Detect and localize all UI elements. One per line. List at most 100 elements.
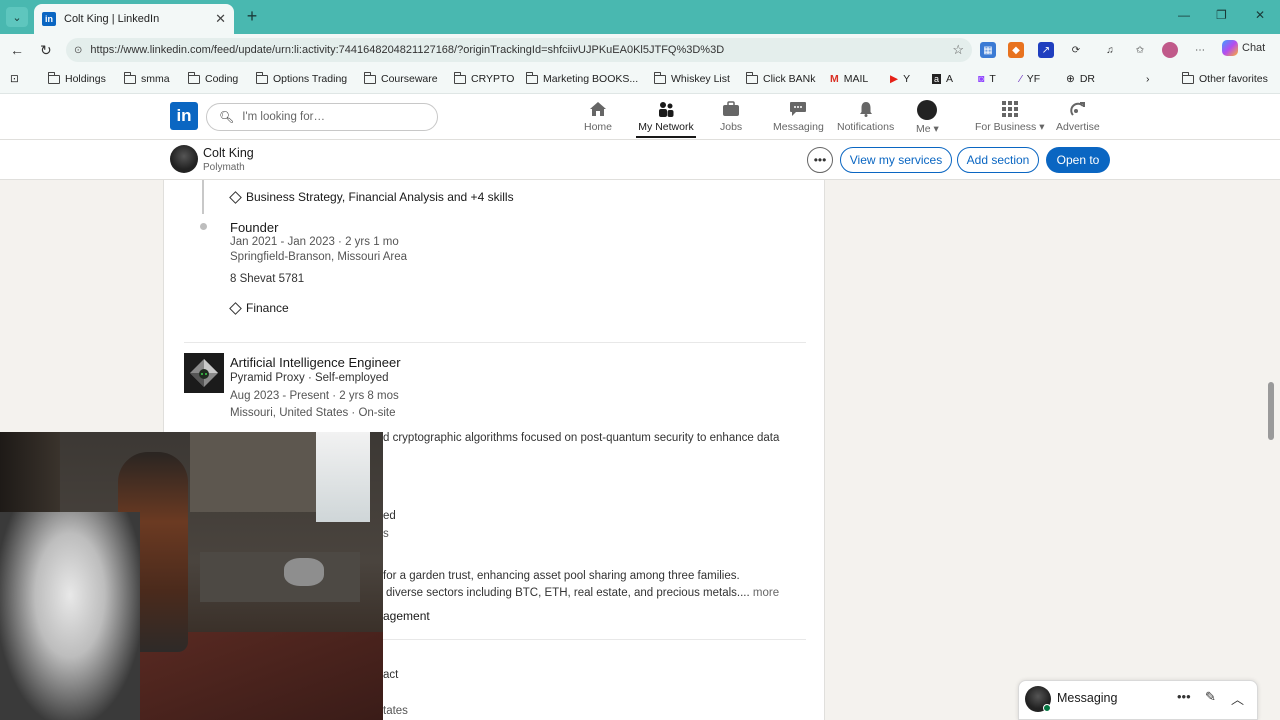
bookmark-folder[interactable]: Whiskey List — [653, 71, 730, 85]
folder-icon — [255, 71, 268, 84]
folder-icon — [745, 71, 758, 84]
search-placeholder: I'm looking for… — [242, 111, 325, 123]
grid-icon — [1000, 100, 1020, 118]
media-extension-icon[interactable]: ♫ — [1102, 42, 1118, 58]
bookmark-folder[interactable]: Marketing BOOKS... — [525, 71, 638, 85]
copilot-icon — [1222, 40, 1238, 56]
nav-messaging[interactable]: Messaging — [773, 100, 824, 138]
bookmark-dr[interactable]: ⊕ DR — [1066, 73, 1095, 85]
open-to-button[interactable]: Open to — [1046, 147, 1110, 173]
nav-me[interactable]: Me ▾ — [916, 100, 939, 138]
site-info-icon[interactable]: ⊙ — [74, 45, 82, 56]
search-icon: 🔍︎ — [219, 110, 235, 124]
messaging-widget[interactable]: Messaging ••• ✎ ︿ — [1018, 680, 1258, 720]
chat-label: Chat — [1242, 42, 1266, 54]
bookmark-folder[interactable]: smma — [123, 71, 170, 85]
minimize-icon[interactable]: — — [1178, 8, 1190, 22]
url-field[interactable]: ⊙ https://www.linkedin.com/feed/update/u… — [66, 38, 972, 62]
copilot-chat-button[interactable]: Chat — [1222, 40, 1265, 56]
messaging-options-icon[interactable]: ••• — [1177, 689, 1191, 704]
nav-for-business[interactable]: For Business ▾ — [975, 100, 1044, 138]
add-section-button[interactable]: Add section — [957, 147, 1039, 173]
partial-text: tates — [383, 705, 408, 717]
bookmark-folder[interactable]: Click BANk — [745, 71, 816, 85]
bookmarks-overflow-icon[interactable]: › — [1146, 73, 1150, 85]
metamask-extension-icon[interactable]: ◆ — [1008, 42, 1024, 58]
linkedin-logo-icon[interactable]: in — [170, 102, 198, 130]
cursor-extension-icon[interactable]: ↗ — [1038, 42, 1054, 58]
profile-headline: Polymath — [203, 162, 245, 173]
close-tab-icon[interactable]: ✕ — [215, 11, 226, 27]
bookmark-amazon[interactable]: aA — [932, 73, 953, 85]
new-tab-icon[interactable]: + — [242, 6, 262, 26]
view-services-button[interactable]: View my services — [840, 147, 952, 173]
search-input[interactable]: 🔍︎ I'm looking for… — [206, 103, 438, 131]
position-title[interactable]: Artificial Intelligence Engineer — [230, 355, 401, 370]
online-status-icon — [1043, 704, 1051, 712]
browser-tab[interactable]: in Colt King | LinkedIn ✕ — [34, 4, 234, 34]
bookmark-folder[interactable]: Options Trading — [255, 71, 347, 85]
profile-avatar-icon[interactable] — [1162, 42, 1178, 58]
webcam-overlay — [0, 432, 383, 720]
position-location: Springfield-Branson, Missouri Area — [230, 251, 408, 263]
bookmark-twitch[interactable]: ◙ T — [978, 73, 996, 85]
more-dots-icon: ••• — [813, 153, 827, 167]
other-favorites-folder[interactable]: Other favorites — [1181, 71, 1268, 85]
nav-advertise[interactable]: Advertise — [1056, 100, 1100, 138]
skill-diamond-icon — [229, 301, 242, 315]
skills-row[interactable]: agement — [383, 609, 430, 623]
entry-divider — [184, 342, 806, 343]
profile-name: Colt King — [203, 146, 254, 160]
nav-home[interactable]: Home — [584, 100, 612, 138]
browser-menu-icon[interactable]: ⋯ — [1192, 42, 1208, 58]
close-window-icon[interactable]: ✕ — [1255, 8, 1265, 22]
bookmarks-app-icon[interactable]: ⊡ — [10, 73, 19, 85]
restore-icon[interactable]: ❐ — [1216, 8, 1227, 22]
folder-icon — [47, 71, 60, 84]
company-logo[interactable] — [184, 353, 224, 393]
bookmark-folder[interactable]: CRYPTO — [453, 71, 514, 85]
position-location: Missouri, United States · On-site — [230, 407, 396, 419]
bookmark-folder[interactable]: Courseware — [363, 71, 438, 85]
bookmark-folder[interactable]: Coding — [187, 71, 238, 85]
bookmark-mail[interactable]: M MAIL — [830, 73, 868, 85]
back-icon[interactable]: ← — [10, 42, 24, 58]
position-description: 8 Shevat 5781 — [230, 273, 305, 285]
skill-diamond-icon — [229, 190, 242, 204]
skills-row[interactable]: Finance — [229, 301, 289, 315]
webcam-wall — [190, 432, 320, 512]
people-icon — [656, 100, 676, 118]
linkedin-favicon-icon: in — [42, 12, 56, 26]
folder-icon — [123, 71, 136, 84]
favorites-icon[interactable]: ✩ — [1132, 42, 1148, 58]
nav-jobs[interactable]: Jobs — [720, 100, 742, 138]
bookmark-youtube[interactable]: ▶ Y — [890, 73, 910, 85]
amazon-icon: a — [932, 74, 942, 84]
partial-text: ed — [383, 510, 396, 522]
compose-message-icon[interactable]: ✎ — [1205, 689, 1216, 705]
position-dates: Jan 2021 - Jan 2023 · 2 yrs 1 mo — [230, 236, 399, 248]
refresh-extension-icon[interactable]: ⟳ — [1068, 42, 1084, 58]
see-more-link[interactable]: more — [753, 587, 779, 599]
favorite-star-icon[interactable]: ☆ — [952, 42, 964, 58]
briefcase-icon — [721, 100, 741, 118]
profile-avatar[interactable] — [170, 145, 198, 173]
folder-icon — [525, 71, 538, 84]
nav-my-network[interactable]: My Network — [636, 100, 696, 138]
advertise-icon — [1068, 100, 1088, 118]
bookmark-folder[interactable]: Holdings — [47, 71, 106, 85]
timeline-dot — [200, 223, 207, 230]
bookmark-yf[interactable]: ⁄ YF — [1020, 73, 1040, 85]
skills-row[interactable]: Business Strategy, Financial Analysis an… — [229, 190, 514, 204]
refresh-icon[interactable]: ↻ — [40, 42, 52, 59]
position-description: for a garden trust, enhancing asset pool… — [383, 570, 740, 582]
gmail-icon: M — [830, 73, 839, 85]
chevron-up-icon[interactable]: ︿ — [1231, 689, 1244, 708]
calendar-extension-icon[interactable]: ▦ — [980, 42, 996, 58]
webcam-window — [316, 432, 370, 522]
more-actions-button[interactable]: ••• — [807, 147, 833, 173]
page-scrollbar-thumb[interactable] — [1268, 382, 1274, 440]
tab-actions-chevron-icon[interactable]: ⌄ — [6, 7, 28, 27]
youtube-icon: ▶ — [890, 73, 899, 85]
nav-notifications[interactable]: Notifications — [837, 100, 894, 138]
